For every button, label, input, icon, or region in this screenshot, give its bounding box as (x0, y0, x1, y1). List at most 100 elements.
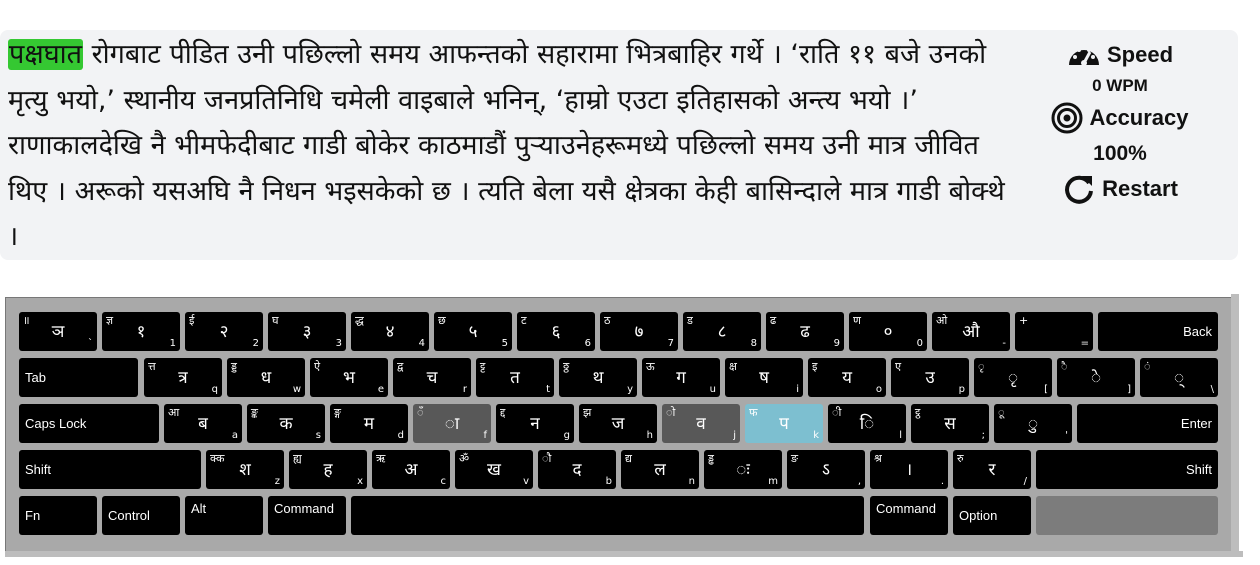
key-=[interactable]: + = (1015, 312, 1093, 351)
key-main-char: ८ (717, 322, 727, 342)
key-b[interactable]: ौ द b (538, 450, 616, 489)
restart-button[interactable]: Restart (1040, 172, 1200, 206)
key-english-char: s (315, 430, 321, 441)
key-e[interactable]: ऐभe (310, 358, 388, 397)
key-english-char: g (563, 430, 570, 441)
key-english-char: 0 (916, 338, 923, 349)
key-command[interactable]: Command (870, 496, 948, 535)
key-space[interactable] (351, 496, 864, 535)
key-7[interactable]: ठ७7 (600, 312, 678, 351)
key-english-char: , (857, 476, 861, 487)
key-i[interactable]: क्ष ष i (725, 358, 803, 397)
key-fn[interactable]: Fn (19, 496, 97, 535)
key-[[interactable]: ृृ[ (974, 358, 1052, 397)
key-8[interactable]: ड८8 (683, 312, 761, 351)
key-3[interactable]: घ३3 (268, 312, 346, 351)
key-option[interactable]: Option (953, 496, 1031, 535)
key-main-char: क (279, 414, 293, 434)
key-main-char: ा (444, 414, 460, 434)
key-main-char: । (905, 460, 913, 480)
key-t[interactable]: ट्ट त t (476, 358, 554, 397)
key-2[interactable]: ई२2 (185, 312, 263, 351)
key-main-char: े (1090, 368, 1102, 388)
key-m[interactable]: ड्ढः m (704, 450, 782, 489)
key-a[interactable]: आबa (164, 404, 242, 443)
key-k[interactable]: फपk (745, 404, 823, 443)
key-main-char: ह (323, 460, 333, 480)
key-control[interactable]: Control (102, 496, 180, 535)
key-x[interactable]: ह्य ह x (289, 450, 367, 489)
key-y[interactable]: ठ्ठ थ y (559, 358, 637, 397)
key-english-char: w (292, 384, 301, 395)
key-0[interactable]: ण०0 (849, 312, 927, 351)
key-p[interactable]: एउp (891, 358, 969, 397)
key-tab[interactable]: Tab (19, 358, 138, 397)
current-word-highlight: पक्षघात (8, 39, 84, 70)
key-5[interactable]: छ५5 (434, 312, 512, 351)
key-g[interactable]: द्द न g (496, 404, 574, 443)
target-icon (1051, 102, 1083, 134)
key-label: Enter (1180, 416, 1212, 431)
key-'[interactable]: ूु ' (994, 404, 1072, 443)
key-english-char: \ (1210, 384, 1214, 395)
key-english-char: d (397, 430, 404, 441)
key-main-char: ख (487, 460, 501, 480)
key-english-char: i (796, 384, 799, 395)
key--[interactable]: ओऔ- (932, 312, 1010, 351)
key-r[interactable]: द्व च r (393, 358, 471, 397)
key-main-char: ष (759, 368, 769, 388)
key-main-char: ् (1173, 368, 1185, 388)
key-n[interactable]: द्य ल n (621, 450, 699, 489)
key-v[interactable]: ॐखv (455, 450, 533, 489)
key-][interactable]: ैे] (1057, 358, 1135, 397)
key-4[interactable]: द्ध ४ 4 (351, 312, 429, 351)
key-\[interactable]: ं् \ (1140, 358, 1218, 397)
key-main-char: ृ (1007, 368, 1019, 388)
key-english-char: n (688, 476, 695, 487)
key-back[interactable]: Back (1098, 312, 1218, 351)
key-;[interactable]: ट्ठ स; (911, 404, 989, 443)
key-q[interactable]: त्त त्र q (144, 358, 222, 397)
key-`[interactable]: ॥ ञ ` (19, 312, 97, 351)
key-blank[interactable] (1036, 496, 1218, 535)
key-main-char: १ (136, 322, 146, 342)
key-caps-lock[interactable]: Caps Lock (19, 404, 159, 443)
key-.[interactable]: श्र ।. (870, 450, 948, 489)
key-english-char: t (546, 384, 550, 395)
key-main-char: श (239, 460, 251, 480)
key-s[interactable]: ङ्क क s (247, 404, 325, 443)
key-,[interactable]: ङऽ, (787, 450, 865, 489)
key-main-char: स (944, 414, 956, 434)
key-shift[interactable]: Shift (19, 450, 201, 489)
key-command[interactable]: Command (268, 496, 346, 535)
key-l[interactable]: ीि l (828, 404, 906, 443)
key-main-char: प (779, 414, 789, 434)
key-shift[interactable]: Shift (1036, 450, 1218, 489)
key-alt[interactable]: Alt (185, 496, 263, 535)
key-english-char: 2 (252, 338, 259, 349)
key-/[interactable]: रु र / (953, 450, 1031, 489)
key-main-char: ि (859, 414, 875, 434)
key-main-char: त्र (178, 368, 188, 388)
speed-row: Speed (1040, 42, 1200, 68)
key-6[interactable]: ट६6 (517, 312, 595, 351)
key-h[interactable]: झजh (579, 404, 657, 443)
key-w[interactable]: ड्ड ध w (227, 358, 305, 397)
key-main-char: ऽ (822, 460, 830, 480)
key-o[interactable]: इयo (808, 358, 886, 397)
virtual-keyboard: ॥ ञ ` ज्ञ १ 1 ई २ 2 घ ३ 3 द्ध ४ 4 छ ५ 5 ट ६ 6 ठ ७ 7 ड ८ 8 ढ ढ 9 ण ० 0 ओ औ -… (5, 294, 1243, 557)
key-f[interactable]: ँा f (413, 404, 491, 443)
key-main-char: ग (676, 368, 686, 388)
key-main-char: ढ (800, 322, 810, 342)
key-d[interactable]: ङ्ग म d (330, 404, 408, 443)
key-english-char: 8 (750, 338, 757, 349)
key-j[interactable]: ो व j (662, 404, 740, 443)
key-z[interactable]: क्क श z (206, 450, 284, 489)
key-u[interactable]: ऊगu (642, 358, 720, 397)
key-enter[interactable]: Enter (1077, 404, 1218, 443)
key-english-char: h (646, 430, 653, 441)
key-c[interactable]: ऋअc (372, 450, 450, 489)
key-english-char: q (211, 384, 218, 395)
key-9[interactable]: ढढ9 (766, 312, 844, 351)
key-1[interactable]: ज्ञ १ 1 (102, 312, 180, 351)
